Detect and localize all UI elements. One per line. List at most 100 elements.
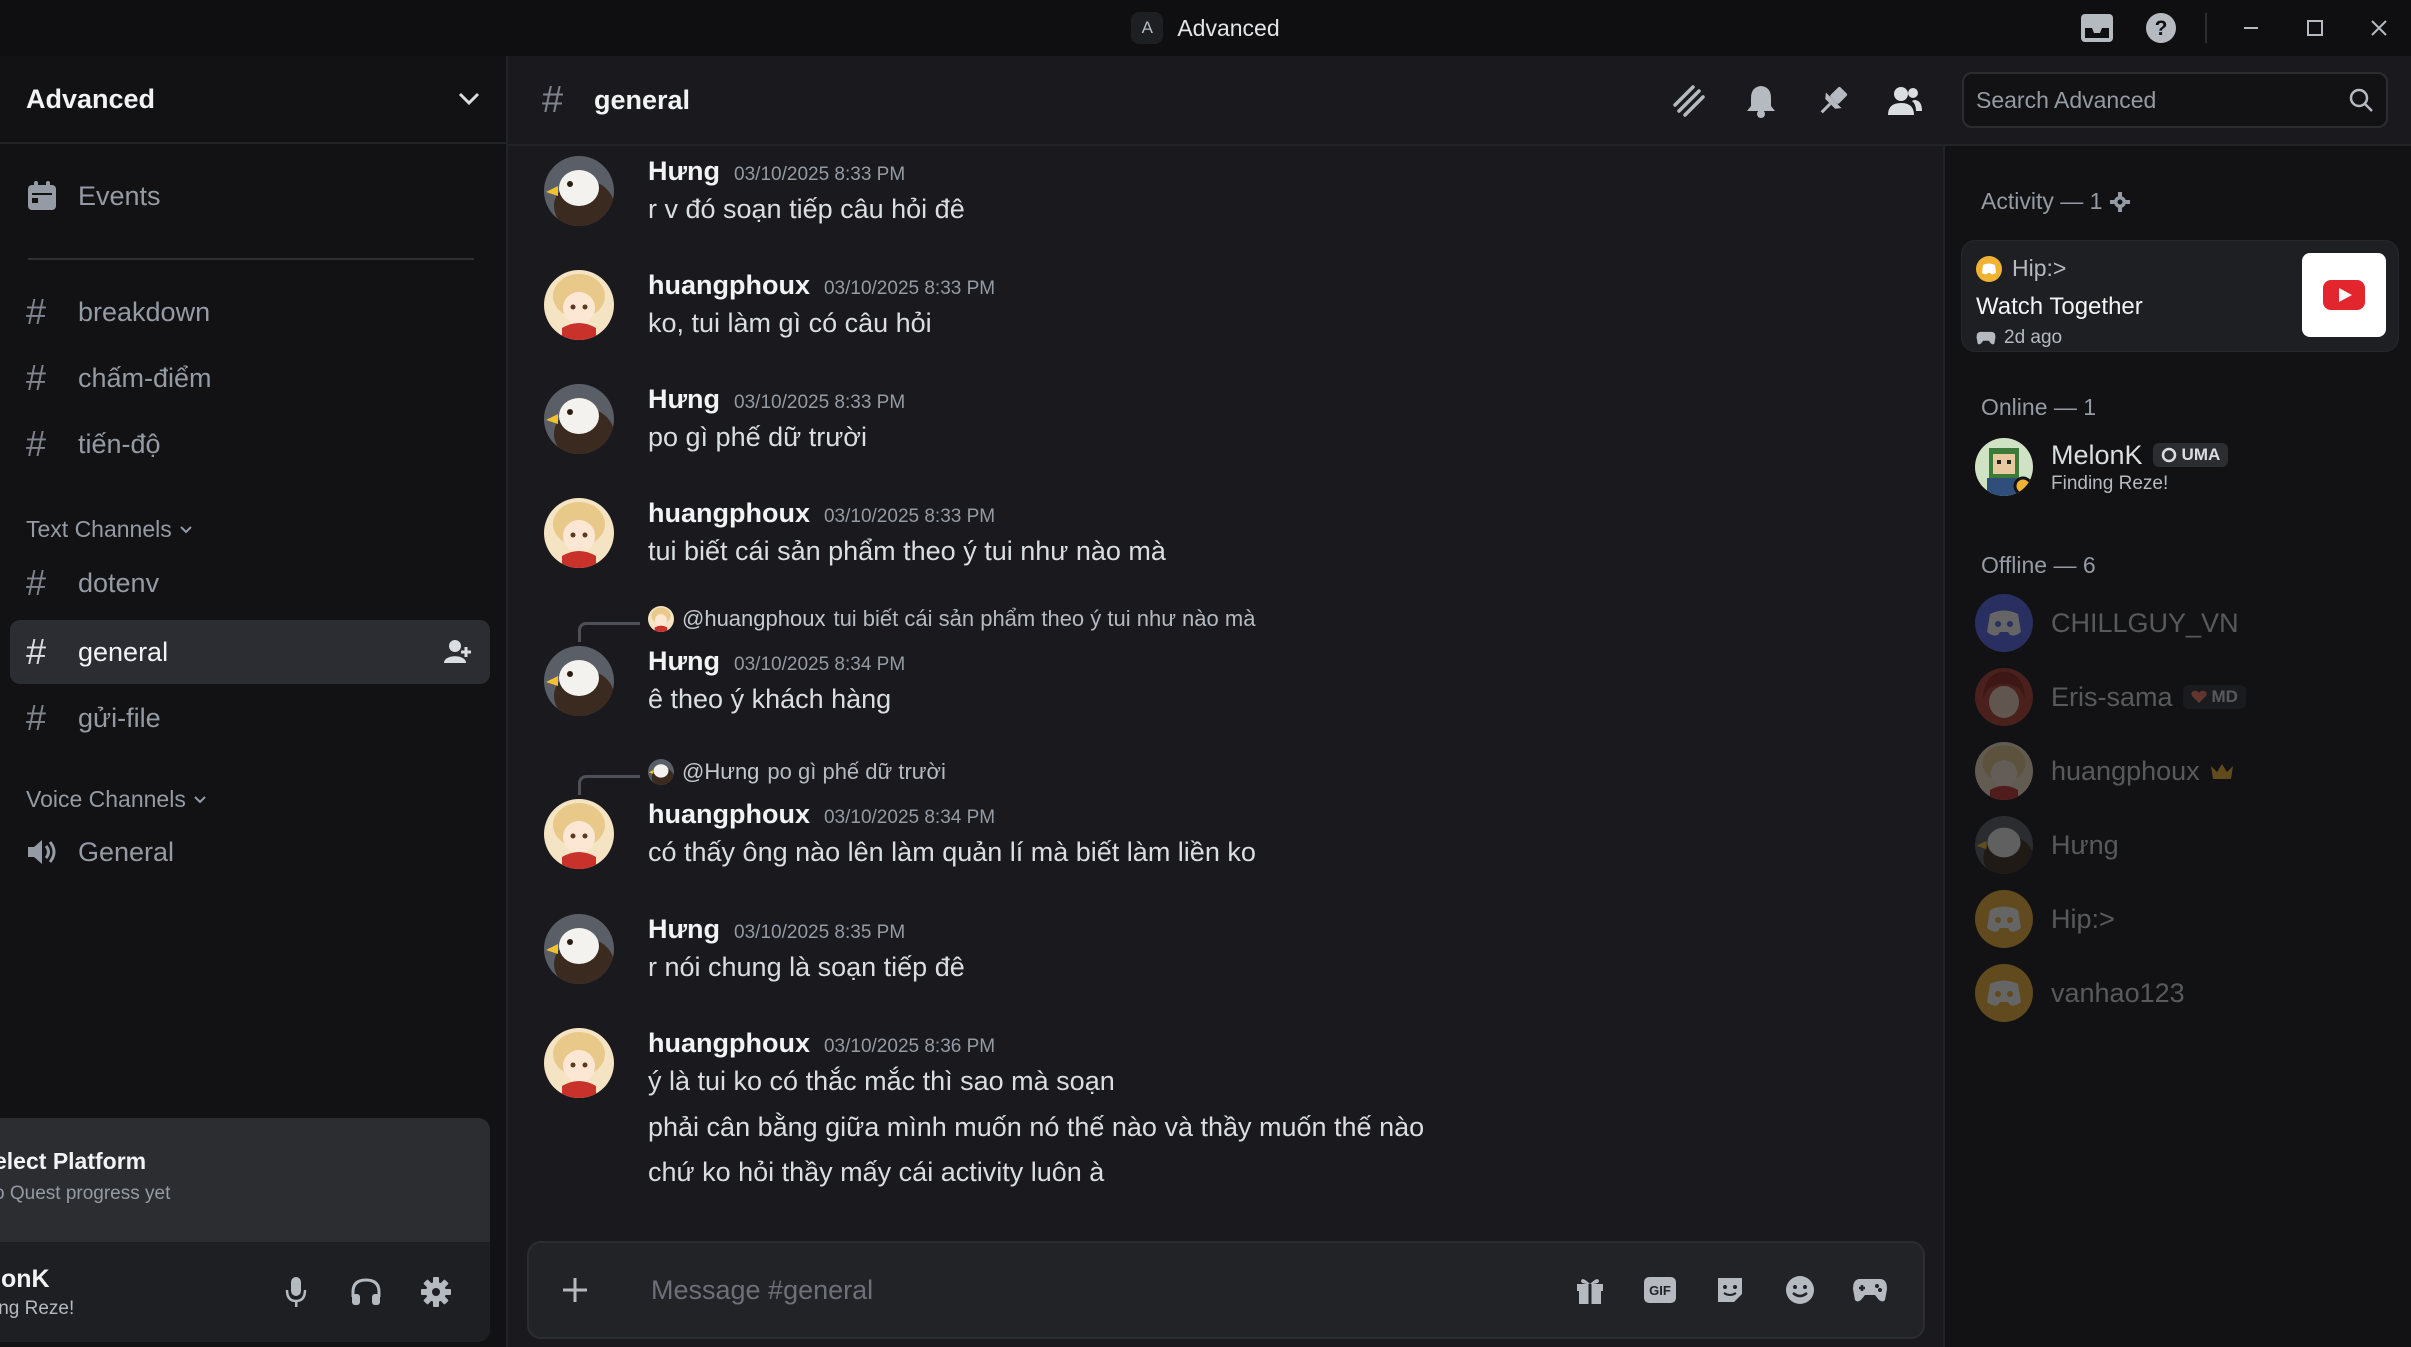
channel-label: chấm-điểm [78,362,212,393]
channel-gui-file[interactable]: # gửi-file [10,686,490,750]
discord-logo-icon [1975,890,2033,948]
channel-general[interactable]: # general [10,620,490,684]
channel-label: General [78,836,175,867]
headphones-icon[interactable] [342,1268,390,1316]
inbox-icon[interactable] [2065,0,2129,56]
hash-icon: # [26,631,47,672]
channel-tien-do[interactable]: # tiến-độ [10,412,490,476]
member-hip[interactable]: Hip:> [1975,884,2395,954]
events-item[interactable]: Events [10,164,490,228]
message-timestamp: 03/10/2025 8:36 PM [823,1036,996,1057]
message-text: po gì phế dữ trười [648,422,867,452]
anime-girl-avatar-icon[interactable] [544,270,614,340]
channel-label: dotenv [78,567,160,598]
message-list: Hưng 03/10/2025 8:33 PM r v đó soạn tiếp… [508,146,1943,1226]
message-author[interactable]: Hưng [648,646,720,677]
message-author[interactable]: Hưng [648,156,720,187]
channel-dotenv[interactable]: # dotenv [10,551,490,615]
hash-icon: # [26,562,47,603]
add-member-icon[interactable] [444,639,472,665]
game-controller-icon [1976,331,1996,345]
activity-title: Watch Together [1976,293,2143,320]
category-label: Text Channels [26,516,172,542]
eagle-avatar-icon[interactable] [544,156,614,226]
eagle-avatar-icon [648,759,674,785]
minimize-button[interactable] [2219,0,2283,56]
anime-girl-avatar-icon[interactable] [544,799,614,869]
quest-panel[interactable]: elect Platform o Quest progress yet [0,1118,490,1242]
message-text: r nói chung là soạn tiếp đê [648,952,965,982]
reply-preview[interactable]: @huangphoux tui biết cái sản phẩm theo ý… [648,606,1255,632]
member-chillguy[interactable]: CHILLGUY_VN [1975,588,2395,658]
pin-icon[interactable] [1812,80,1854,122]
message-author[interactable]: huangphoux [648,270,810,301]
message-author[interactable]: Hưng [648,914,720,945]
message-text: ý là tui ko có thắc mắc thì sao mà soạn [648,1066,1115,1096]
discord-logo-icon [1976,255,2002,282]
message-author[interactable]: huangphoux [648,799,810,830]
message-text: ê theo ý khách hàng [648,684,892,714]
close-button[interactable] [2347,0,2411,56]
message-author[interactable]: huangphoux [648,498,810,529]
search-icon[interactable] [2348,87,2374,113]
message-input[interactable] [651,1274,1569,1306]
title-bar: A Advanced ? [0,0,2411,56]
activity-card[interactable]: Hip:> Watch Together 2d ago [1961,240,2399,352]
hash-icon: # [26,697,47,738]
emoji-icon[interactable] [1779,1269,1821,1311]
message-text: tui biết cái sản phẩm theo ý tui như nào… [648,536,1166,566]
anime-girl-avatar-icon[interactable] [544,1028,614,1098]
voice-channel-general[interactable]: General [10,820,490,884]
message-author[interactable]: huangphoux [648,1028,810,1059]
member-eris-sama[interactable]: Eris-sama MD [1975,662,2395,732]
notification-bell-icon[interactable] [1740,80,1782,122]
reply-preview[interactable]: @Hưng po gì phế dữ trười [648,759,946,785]
svg-text:?: ? [2155,17,2168,40]
eagle-avatar-icon[interactable] [544,646,614,716]
member-melonk[interactable]: MelonK UMA Finding Reze! [1975,432,2395,502]
category-voice-channels[interactable]: Voice Channels [26,786,206,813]
member-hung[interactable]: Hưng [1975,810,2395,880]
category-text-channels[interactable]: Text Channels [26,516,192,543]
gear-icon [2110,191,2131,212]
threads-icon[interactable] [1668,80,1710,122]
microphone-icon[interactable] [272,1268,320,1316]
eagle-avatar-icon[interactable] [544,384,614,454]
sticker-icon[interactable] [1709,1269,1751,1311]
maximize-button[interactable] [2283,0,2347,56]
activity-time-row: 2d ago [1976,327,2062,349]
add-attachment-icon[interactable] [559,1274,599,1306]
search-bar[interactable] [1962,72,2388,128]
member-huangphoux[interactable]: huangphoux [1975,736,2395,806]
message-timestamp: 03/10/2025 8:33 PM [734,164,906,185]
gift-icon[interactable] [1569,1269,1611,1311]
quest-title: elect Platform [0,1148,147,1174]
user-panel: lonK ing Reze! [0,1242,490,1342]
member-vanhao123[interactable]: vanhao123 [1975,958,2395,1028]
message-timestamp: 03/10/2025 8:34 PM [734,654,906,675]
search-input[interactable] [1976,86,2348,114]
channel-label: gửi-file [78,702,161,733]
reply-author[interactable]: @huangphoux [682,606,825,632]
game-controller-icon[interactable] [1849,1269,1891,1311]
chevron-down-icon[interactable] [458,92,480,106]
channel-cham-diem[interactable]: # chấm-điểm [10,346,490,410]
message-author[interactable]: Hưng [648,384,720,415]
user-status: ing Reze! [0,1297,75,1319]
pixel-avatar-icon [1975,438,2033,496]
activity-time: 2d ago [2004,327,2063,348]
activity-user: Hip:> [1976,255,2066,282]
gif-icon[interactable]: GIF [1639,1269,1681,1311]
anime-girl-avatar-icon[interactable] [544,498,614,568]
help-icon[interactable]: ? [2129,0,2193,56]
hash-icon: # [26,357,47,398]
user-info[interactable]: lonK ing Reze! [0,1265,74,1320]
message-text: r v đó soạn tiếp câu hỏi đê [648,194,965,224]
server-header[interactable]: Advanced [0,56,506,144]
channel-breakdown[interactable]: # breakdown [10,280,490,344]
reply-author[interactable]: @Hưng [682,759,759,785]
settings-gear-icon[interactable] [412,1268,460,1316]
eagle-avatar-icon[interactable] [544,914,614,984]
member-list-icon[interactable] [1884,80,1926,122]
window-title: Advanced [1177,14,1280,41]
